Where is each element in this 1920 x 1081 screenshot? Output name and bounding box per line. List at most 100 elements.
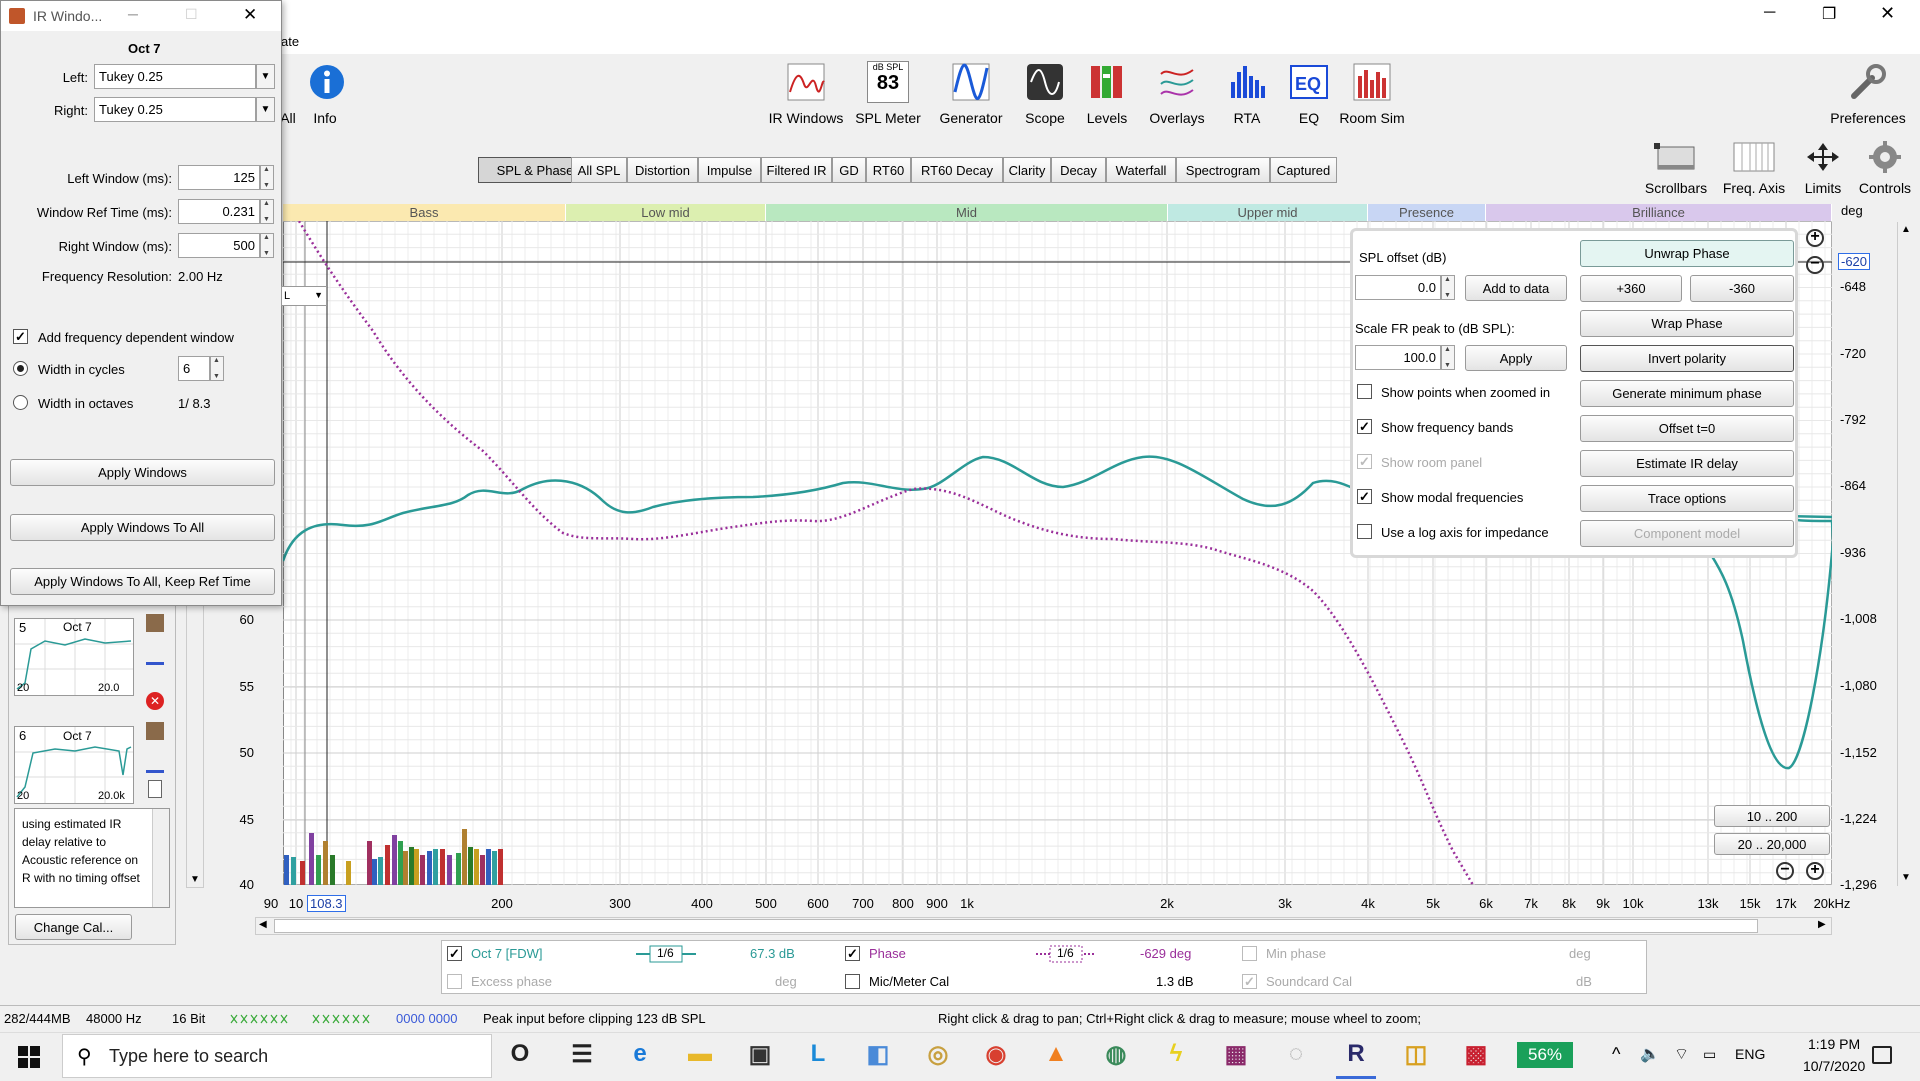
width-in-octaves-radio[interactable]: [13, 395, 28, 410]
ir-windows-button[interactable]: IR Windows: [766, 60, 846, 126]
scale-fr-peak-input[interactable]: 100.0: [1355, 345, 1441, 370]
estimate-ir-delay-button[interactable]: Estimate IR delay: [1580, 450, 1794, 477]
language-indicator[interactable]: ENG: [1735, 1046, 1765, 1062]
range-20-20000-button[interactable]: 20 .. 20,000: [1714, 833, 1830, 855]
toolbar-all[interactable]: All: [280, 60, 296, 126]
window-ref-time-spinner[interactable]: [260, 199, 274, 224]
offset-t0-button[interactable]: Offset t=0: [1580, 415, 1794, 442]
unwrap-phase-button[interactable]: Unwrap Phase: [1580, 240, 1794, 267]
spl-offset-spinner[interactable]: [1441, 275, 1455, 300]
close-button[interactable]: ✕: [1880, 3, 1895, 24]
chrome-icon[interactable]: ◉: [976, 1032, 1016, 1076]
controls-button[interactable]: Controls: [1845, 140, 1920, 196]
edge-icon[interactable]: e: [620, 1032, 660, 1076]
minimize-button[interactable]: ─: [1764, 4, 1775, 22]
tab-captured[interactable]: Captured: [1270, 157, 1337, 183]
ir-window-close-button[interactable]: ✕: [243, 5, 257, 25]
toolbar-info[interactable]: Info: [305, 60, 345, 126]
audio-app-icon[interactable]: ▩: [1456, 1032, 1496, 1076]
tab-rt60[interactable]: RT60: [866, 157, 911, 183]
range-10-200-button[interactable]: 10 .. 200: [1714, 805, 1830, 827]
generator-button[interactable]: Generator: [931, 60, 1011, 126]
save-icon[interactable]: [146, 614, 164, 632]
task-view-icon[interactable]: O: [500, 1032, 540, 1076]
save-icon[interactable]: [146, 722, 164, 740]
left-window-type-select[interactable]: Tukey 0.25: [94, 64, 256, 89]
scroll-right-arrow[interactable]: ▶: [1818, 919, 1826, 930]
rstudio-icon[interactable]: ◍: [1096, 1032, 1136, 1076]
plus-360-button[interactable]: +360: [1580, 275, 1682, 302]
tab-all-spl[interactable]: All SPL: [571, 157, 627, 183]
generate-minimum-phase-button[interactable]: Generate minimum phase: [1580, 380, 1794, 407]
battery-indicator[interactable]: 56%: [1517, 1042, 1573, 1068]
notification-icon[interactable]: [1872, 1046, 1892, 1064]
menu-item-partial[interactable]: ate: [281, 34, 299, 49]
timeline-icon[interactable]: ☰: [562, 1032, 602, 1076]
zoom-out-vertical-icon[interactable]: −: [1806, 256, 1824, 274]
ir-window-minimize-button[interactable]: ─: [128, 6, 138, 22]
windows-start-icon[interactable]: [18, 1046, 40, 1068]
search-box[interactable]: ⚲ Type here to search: [62, 1034, 492, 1078]
scrollbars-button[interactable]: Scrollbars: [1636, 140, 1716, 196]
tab-waterfall[interactable]: Waterfall: [1106, 157, 1176, 183]
change-cal-button[interactable]: Change Cal...: [15, 914, 132, 940]
maximize-button[interactable]: ❐: [1822, 4, 1836, 24]
vlc-icon[interactable]: ▲: [1036, 1032, 1076, 1076]
store-icon[interactable]: ▣: [740, 1032, 780, 1076]
apply-windows-button[interactable]: Apply Windows: [10, 459, 275, 486]
right-window-ms-spinner[interactable]: [260, 233, 274, 258]
winamp-icon[interactable]: ϟ: [1156, 1032, 1196, 1076]
zoom-in-horizontal-icon[interactable]: +: [1806, 862, 1824, 880]
tab-rt60-decay[interactable]: RT60 Decay: [911, 157, 1003, 183]
trace-select-combobox[interactable]: L ▼: [281, 286, 327, 306]
apply-scale-button[interactable]: Apply: [1465, 345, 1567, 371]
clock-time[interactable]: 1:19 PM: [1808, 1036, 1860, 1052]
chevron-down-icon[interactable]: ▼: [256, 97, 275, 122]
notes-scrollbar[interactable]: [152, 809, 169, 907]
phase-checkbox[interactable]: ✓: [845, 946, 860, 961]
list-scroll-down-arrow[interactable]: ▼: [190, 874, 200, 885]
clock-date[interactable]: 10/7/2020: [1803, 1058, 1865, 1074]
log-axis-impedance-checkbox[interactable]: [1357, 524, 1372, 539]
winrar-icon[interactable]: ▦: [1216, 1032, 1256, 1076]
trace-oct7-checkbox[interactable]: ✓: [447, 946, 462, 961]
room-sim-button[interactable]: Room Sim: [1332, 60, 1412, 126]
remove-icon[interactable]: ✕: [146, 692, 164, 710]
width-in-cycles-radio[interactable]: [13, 361, 28, 376]
show-frequency-bands-checkbox[interactable]: ✓: [1357, 419, 1372, 434]
mic-meter-cal-checkbox[interactable]: [845, 974, 860, 989]
show-points-checkbox[interactable]: [1357, 384, 1372, 399]
overlays-button[interactable]: Overlays: [1137, 60, 1217, 126]
lightroom-icon[interactable]: L: [798, 1032, 838, 1076]
add-to-data-button[interactable]: Add to data: [1465, 275, 1567, 301]
plot-vertical-scrollbar[interactable]: [1897, 222, 1916, 886]
tab-clarity[interactable]: Clarity: [1003, 157, 1051, 183]
tab-spectrogram[interactable]: Spectrogram: [1176, 157, 1270, 183]
frequency-dependent-window-checkbox[interactable]: ✓: [13, 329, 28, 344]
pencil-icon[interactable]: [146, 752, 164, 773]
chevron-up-icon[interactable]: ^: [1612, 1044, 1620, 1065]
scroll-up-arrow[interactable]: ▲: [1901, 224, 1911, 235]
scroll-down-arrow[interactable]: ▼: [1901, 872, 1911, 883]
file-explorer-icon[interactable]: ▬: [680, 1032, 720, 1076]
chevron-down-icon[interactable]: ▼: [256, 64, 275, 89]
window-ref-time-input[interactable]: 0.231: [178, 199, 260, 224]
zoom-in-vertical-icon[interactable]: +: [1806, 229, 1824, 247]
volume-icon[interactable]: 🔈: [1640, 1044, 1660, 1064]
horizontal-scroll-thumb[interactable]: [274, 919, 1758, 933]
scroll-left-arrow[interactable]: ◀: [259, 919, 267, 930]
scale-fr-peak-spinner[interactable]: [1441, 345, 1455, 370]
measurement-notes[interactable]: using estimated IR delay relative to Aco…: [14, 808, 170, 908]
tab-decay[interactable]: Decay: [1051, 157, 1106, 183]
invert-polarity-button[interactable]: Invert polarity: [1580, 345, 1794, 372]
minus-360-button[interactable]: -360: [1690, 275, 1794, 302]
right-window-type-select[interactable]: Tukey 0.25: [94, 97, 256, 122]
levels-button[interactable]: Levels: [1067, 60, 1147, 126]
list-scrollbar[interactable]: [186, 600, 204, 888]
spl-offset-input[interactable]: 0.0: [1355, 275, 1441, 300]
left-window-ms-spinner[interactable]: [260, 165, 274, 190]
rew-icon[interactable]: R: [1336, 1032, 1376, 1076]
notes-icon[interactable]: [148, 780, 162, 798]
width-in-cycles-input[interactable]: 6: [178, 356, 210, 381]
network-app-icon[interactable]: ◧: [858, 1032, 898, 1076]
